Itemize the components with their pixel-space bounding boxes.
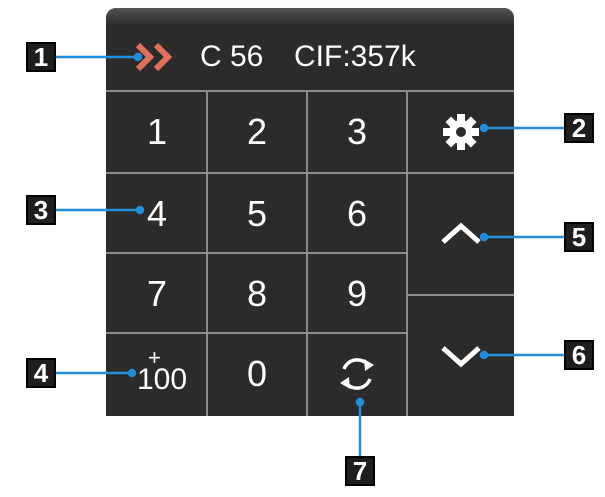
leader-dot-7 <box>355 397 365 407</box>
leader-dot-6 <box>479 350 489 360</box>
callout-5: 5 <box>564 222 594 252</box>
leader-dot-2 <box>479 123 489 133</box>
leader-lines <box>55 52 566 456</box>
leader-dot-5 <box>479 232 489 242</box>
leader-dot-3 <box>135 205 145 215</box>
callout-7: 7 <box>345 456 375 486</box>
leader-dot-4 <box>127 368 137 378</box>
leader-dot-1 <box>133 52 143 62</box>
callout-6: 6 <box>564 340 594 370</box>
callout-4: 4 <box>26 358 56 388</box>
callout-3: 3 <box>26 195 56 225</box>
callout-2: 2 <box>564 113 594 143</box>
callout-1: 1 <box>26 42 56 72</box>
